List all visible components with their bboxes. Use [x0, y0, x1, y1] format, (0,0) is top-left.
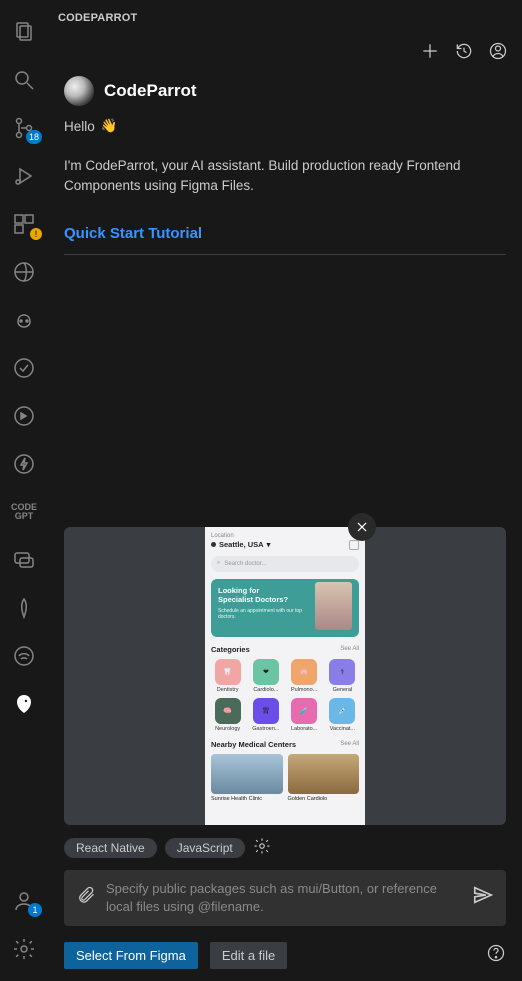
history-icon[interactable] — [454, 41, 474, 66]
tech-chips: React Native JavaScript — [64, 837, 506, 860]
tab-bar: CODEPARROT — [48, 0, 522, 35]
profile-icon[interactable] — [488, 41, 508, 66]
codeparrot-logo-icon — [64, 76, 94, 106]
select-from-figma-button[interactable]: Select From Figma — [64, 942, 198, 969]
thunder-icon[interactable] — [0, 440, 48, 488]
wave-emoji-icon: 👋 — [101, 118, 118, 134]
tab-codeparrot[interactable]: CODEPARROT — [48, 12, 147, 24]
explorer-icon[interactable] — [0, 8, 48, 56]
send-icon[interactable] — [472, 884, 494, 911]
source-control-icon[interactable]: 18 — [0, 104, 48, 152]
remote-icon[interactable] — [0, 248, 48, 296]
hello-text: Hello 👋 — [64, 118, 506, 134]
quick-start-link[interactable]: Quick Start Tutorial — [64, 225, 506, 242]
codeparrot-icon[interactable] — [0, 680, 48, 728]
chip-react-native[interactable]: React Native — [64, 838, 157, 858]
extensions-icon[interactable]: ! — [0, 200, 48, 248]
prompt-input[interactable]: Specify public packages such as mui/Butt… — [64, 870, 506, 926]
chip-javascript[interactable]: JavaScript — [165, 838, 245, 858]
check-icon[interactable] — [0, 344, 48, 392]
help-icon[interactable] — [486, 943, 506, 968]
chat-icon[interactable] — [0, 536, 48, 584]
mockup-image: Location Seattle, USA ▾ ⌕Search doctor..… — [205, 527, 365, 825]
chip-settings-icon[interactable] — [253, 837, 271, 860]
attach-icon[interactable] — [76, 885, 96, 910]
prompt-placeholder: Specify public packages such as mui/Butt… — [106, 880, 462, 916]
wifi-icon[interactable] — [0, 632, 48, 680]
accounts-badge: 1 — [28, 903, 42, 917]
edit-a-file-button[interactable]: Edit a file — [210, 942, 287, 969]
docker-icon[interactable] — [0, 392, 48, 440]
action-row: Select From Figma Edit a file — [64, 942, 506, 969]
brand-name: CodeParrot — [104, 81, 197, 101]
warning-badge-icon: ! — [30, 228, 42, 240]
close-preview-button[interactable] — [348, 513, 376, 541]
header-actions — [48, 35, 522, 66]
search-icon[interactable] — [0, 56, 48, 104]
brand-header: CodeParrot — [64, 76, 506, 106]
intro-text: I'm CodeParrot, your AI assistant. Build… — [64, 156, 506, 195]
main-pane: CODEPARROT CodeParrot Hello 👋 I'm CodePa… — [48, 0, 522, 981]
settings-gear-icon[interactable] — [0, 925, 48, 973]
scm-badge: 18 — [26, 130, 42, 144]
activity-bar: 18 ! CODE GPT — [0, 0, 48, 981]
accounts-icon[interactable]: 1 — [0, 877, 48, 925]
plus-icon[interactable] — [420, 41, 440, 66]
codegpt-icon[interactable]: CODE GPT — [0, 488, 48, 536]
copilot-icon[interactable] — [0, 296, 48, 344]
run-debug-icon[interactable] — [0, 152, 48, 200]
figma-preview: Location Seattle, USA ▾ ⌕Search doctor..… — [64, 527, 506, 825]
mongodb-icon[interactable] — [0, 584, 48, 632]
